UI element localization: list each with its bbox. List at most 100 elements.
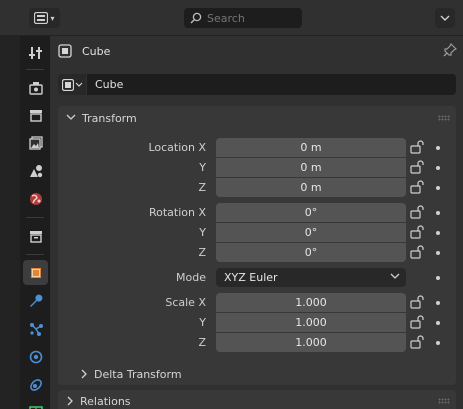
lock-open-icon[interactable]	[410, 295, 426, 309]
drag-grip-icon[interactable]	[438, 398, 450, 404]
location-x-label: Location X	[148, 141, 206, 154]
keyframe-dot-icon[interactable]	[436, 341, 440, 345]
context-object-name: Cube	[82, 44, 111, 58]
location-y-row: Y 0 m	[58, 158, 456, 178]
lock-open-icon[interactable]	[410, 315, 426, 329]
keyframe-dot-icon[interactable]	[436, 186, 440, 190]
rotation-y-label: Y	[199, 226, 206, 239]
constraints-icon	[29, 378, 42, 391]
chevron-down-icon	[66, 114, 76, 120]
search-field[interactable]: Search	[184, 8, 302, 28]
scale-z-label: Z	[198, 336, 206, 349]
pin-icon[interactable]	[443, 43, 457, 57]
location-z-label: Z	[198, 181, 206, 194]
tab-modifiers[interactable]	[23, 288, 48, 313]
datablock-browse-button[interactable]	[58, 74, 86, 95]
location-y-label: Y	[199, 161, 206, 174]
physics-icon	[29, 350, 42, 363]
render-icon	[28, 81, 43, 95]
search-icon	[190, 12, 202, 24]
keyframe-dot-icon[interactable]	[436, 321, 440, 325]
object-icon	[58, 44, 72, 58]
properties-editor-icon	[34, 12, 49, 24]
lock-open-icon[interactable]	[410, 160, 426, 174]
rotation-y-row: Y 0°	[58, 223, 456, 243]
options-button[interactable]	[435, 8, 455, 28]
rotation-y-field[interactable]: 0°	[216, 223, 406, 242]
rotation-z-row: Z 0°	[58, 243, 456, 263]
mesh-data-icon	[28, 405, 43, 409]
tab-data[interactable]	[23, 400, 48, 409]
tab-physics[interactable]	[23, 344, 48, 369]
rotation-z-field[interactable]: 0°	[216, 243, 406, 262]
scale-y-label: Y	[199, 316, 206, 329]
rotation-mode-label: Mode	[176, 271, 206, 284]
delta-transform-header[interactable]: Delta Transform	[58, 364, 456, 384]
drag-grip-icon[interactable]	[438, 115, 450, 121]
lock-open-icon[interactable]	[410, 335, 426, 349]
keyframe-dot-icon[interactable]	[436, 146, 440, 150]
keyframe-dot-icon[interactable]	[436, 231, 440, 235]
chevron-down-icon	[440, 15, 450, 21]
tab-tool[interactable]	[23, 40, 48, 65]
lock-open-icon[interactable]	[410, 205, 426, 219]
relations-panel-header[interactable]: Relations	[58, 390, 456, 409]
transform-panel-header[interactable]: Transform	[58, 106, 456, 130]
rotation-x-row: Rotation X 0°	[58, 203, 456, 223]
tab-collection[interactable]	[23, 223, 48, 248]
keyframe-dot-icon[interactable]	[436, 166, 440, 170]
keyframe-dot-icon[interactable]	[436, 276, 440, 280]
object-icon	[30, 267, 41, 278]
keyframe-dot-icon[interactable]	[436, 251, 440, 255]
scale-x-row: Scale X 1.000	[58, 293, 456, 313]
chevron-down-icon: ▾	[50, 13, 55, 23]
lock-open-icon[interactable]	[410, 225, 426, 239]
editor-type-button[interactable]: ▾	[29, 8, 60, 28]
object-datablock: Cube	[58, 74, 456, 96]
keyframe-dot-icon[interactable]	[436, 301, 440, 305]
tab-render[interactable]	[23, 75, 48, 100]
lock-open-icon[interactable]	[410, 140, 426, 154]
rotation-mode-select[interactable]: XYZ Euler	[216, 268, 406, 287]
tab-scene[interactable]	[23, 158, 48, 183]
transform-panel-title: Transform	[82, 111, 137, 125]
lock-open-icon[interactable]	[410, 245, 426, 259]
scale-x-field[interactable]: 1.000	[216, 293, 406, 312]
scale-x-label: Scale X	[165, 296, 206, 309]
relations-title: Relations	[80, 394, 131, 408]
scale-z-row: Z 1.000	[58, 333, 456, 353]
location-y-field[interactable]: 0 m	[216, 158, 406, 177]
tab-separator	[26, 217, 44, 218]
location-z-row: Z 0 m	[58, 178, 456, 198]
chevron-down-icon	[390, 273, 400, 279]
scale-y-field[interactable]: 1.000	[216, 313, 406, 332]
tab-object[interactable]	[23, 260, 48, 285]
rotation-x-label: Rotation X	[148, 206, 206, 219]
rotation-x-field[interactable]: 0°	[216, 203, 406, 222]
tab-world[interactable]	[23, 186, 48, 211]
chevron-right-icon	[67, 396, 73, 406]
tab-particles[interactable]	[23, 316, 48, 341]
object-icon	[61, 78, 74, 91]
lock-open-icon[interactable]	[410, 180, 426, 194]
wrench-icon	[29, 294, 42, 307]
properties-main: Cube Cube Transform Location X 0 m Y 0 m…	[50, 36, 463, 409]
keyframe-dot-icon[interactable]	[436, 211, 440, 215]
context-row: Cube	[58, 40, 458, 62]
location-z-field[interactable]: 0 m	[216, 178, 406, 197]
tab-separator	[26, 254, 44, 255]
tab-view-layer[interactable]	[23, 130, 48, 155]
rotation-z-label: Z	[198, 246, 206, 259]
search-placeholder: Search	[207, 11, 245, 25]
output-icon	[29, 109, 42, 122]
properties-header: ▾ Search	[0, 0, 463, 36]
tab-constraints[interactable]	[23, 372, 48, 397]
object-name-field[interactable]: Cube	[87, 74, 456, 95]
tab-separator	[26, 69, 44, 70]
scale-z-field[interactable]: 1.000	[216, 333, 406, 352]
view-layer-icon	[28, 135, 43, 150]
location-x-field[interactable]: 0 m	[216, 138, 406, 157]
chevron-down-icon	[75, 82, 82, 87]
tab-output[interactable]	[23, 102, 48, 127]
scale-y-row: Y 1.000	[58, 313, 456, 333]
